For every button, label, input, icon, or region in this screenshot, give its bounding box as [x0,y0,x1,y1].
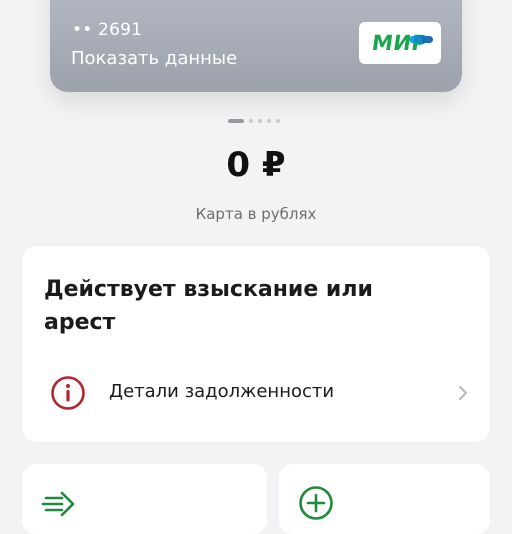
debt-details-row[interactable]: Детали задолженности [22,370,490,416]
carousel-indicator [228,119,280,123]
payment-system-logo: МИР [359,22,441,64]
carousel-dot [249,119,253,123]
carousel-dot [267,119,271,123]
info-circle-icon [51,376,85,410]
card-number-masked: •• 2691 [72,20,143,40]
chevron-right-icon [458,385,468,401]
logo-stripe-icon [409,36,433,43]
plus-circle-icon [299,486,333,520]
carousel-dot-active [228,119,244,123]
transfer-action-tile[interactable] [22,464,267,534]
carousel-dot [276,119,280,123]
transfer-arrow-icon [41,491,75,517]
show-card-details-link[interactable]: Показать данные [71,48,237,69]
add-action-tile[interactable] [279,464,490,534]
alert-card: Действует взыскание или арест Детали зад… [22,246,490,442]
alert-title: Действует взыскание или арест [44,277,373,335]
debt-details-label: Детали задолженности [109,381,335,402]
payment-system-logo-text: МИР [370,31,430,55]
carousel-dot [258,119,262,123]
balance-subtitle: Карта в рублях [195,205,317,223]
balance-amount: 0 ₽ [226,145,286,185]
